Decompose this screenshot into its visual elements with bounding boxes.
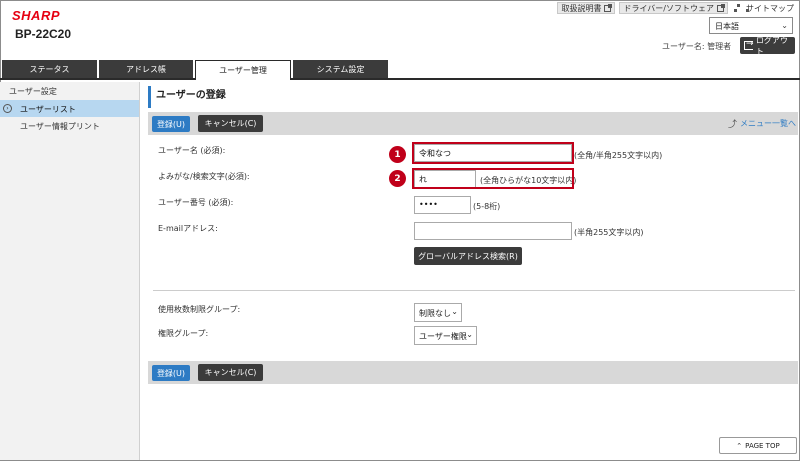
top-links: 取扱説明書 ドライバー/ソフトウェア サイトマップ (557, 2, 794, 14)
top-action-bar: 登録(U) キャンセル(C) ⤴ メニュー一覧へ (148, 112, 798, 135)
tab-address-book-label: アドレス帳 (126, 64, 166, 74)
tab-system-settings[interactable]: システム設定 (293, 60, 388, 78)
logout-label: ログアウト (755, 35, 788, 56)
username-note: (全角/半角255文字以内) (574, 151, 663, 160)
logout-button[interactable]: ログアウト (740, 35, 795, 56)
chevron-right-icon: › (3, 104, 12, 113)
auth-group-label: 権限グループ: (158, 329, 209, 338)
user-number-label: ユーザー番号 (必須): (158, 198, 234, 207)
language-value: 日本語 (715, 22, 739, 31)
tab-user-management[interactable]: ユーザー管理 (195, 60, 291, 80)
yomigana-label: よみがな/検索文字(必須): (158, 172, 250, 181)
chevron-up-icon: ⌃ (736, 441, 743, 450)
cancel-button[interactable]: キャンセル(C) (198, 115, 263, 132)
username-label: ユーザー名 (必須): (158, 146, 226, 155)
tab-bar: ステータス アドレス帳 ユーザー管理 システム設定 (0, 60, 800, 80)
quota-group-value: 制限なし (419, 309, 451, 318)
email-note: (半角255文字以内) (574, 228, 644, 237)
highlight-box-2 (412, 168, 574, 189)
register-button-label: 登録(U) (156, 119, 186, 129)
sidebar-item-label: ユーザー情報プリント (20, 122, 100, 131)
register-button[interactable]: 登録(U) (152, 116, 190, 132)
global-address-search-button[interactable]: グローバルアドレス検索(R) (414, 247, 522, 265)
bottom-action-bar: 登録(U) キャンセル(C) (148, 361, 798, 384)
cancel-button-bottom[interactable]: キャンセル(C) (198, 364, 263, 381)
tab-status-label: ステータス (29, 64, 70, 74)
user-name-label: ユーザー名: 管理者 (662, 42, 732, 51)
sidebar-heading: ユーザー設定 (9, 87, 57, 96)
quota-group-select[interactable]: 制限なし ⌄ (414, 303, 462, 322)
chevron-down-icon: ⌄ (466, 330, 473, 339)
sitemap-label: サイトマップ (746, 3, 794, 13)
register-button-bottom[interactable]: 登録(U) (152, 365, 190, 381)
driver-link-label: ドライバー/ソフトウェア (623, 3, 714, 13)
sitemap-icon (734, 4, 749, 12)
highlight-box-1 (412, 142, 574, 164)
user-number-field[interactable]: •••• (414, 196, 471, 214)
language-select[interactable]: 日本語 ⌄ (709, 17, 793, 34)
page-title: ユーザーの登録 (156, 90, 226, 101)
global-address-search-label: グローバルアドレス検索(R) (418, 251, 518, 261)
return-arrow-icon: ⤴ (727, 120, 737, 130)
menu-list-label: メニュー一覧へ (740, 119, 796, 128)
email-label: E-mailアドレス: (158, 224, 218, 233)
menu-list-link[interactable]: ⤴ メニュー一覧へ (728, 117, 796, 130)
page-top-label: PAGE TOP (745, 441, 780, 450)
driver-link[interactable]: ドライバー/ソフトウェア (619, 2, 728, 14)
external-icon (717, 3, 725, 12)
cancel-button-label: キャンセル(C) (204, 368, 257, 377)
tab-status[interactable]: ステータス (2, 60, 97, 78)
sharp-logo: SHARP (12, 8, 61, 23)
quota-group-label: 使用枚数制限グループ: (158, 305, 241, 314)
page-title-block: ユーザーの登録 (148, 86, 798, 108)
cancel-button-label: キャンセル(C) (204, 119, 257, 128)
page-top-button[interactable]: ⌃ PAGE TOP (719, 437, 797, 454)
sidebar: ユーザー設定 › ユーザーリスト ユーザー情報プリント (0, 82, 140, 460)
chevron-down-icon: ⌄ (781, 21, 788, 30)
sidebar-item-user-info-print[interactable]: ユーザー情報プリント (0, 117, 139, 134)
sidebar-item-label: ユーザーリスト (20, 105, 76, 114)
callout-badge-2: 2 (389, 170, 406, 187)
auth-group-select[interactable]: ユーザー権限 ⌄ (414, 326, 477, 345)
sitemap-link[interactable]: サイトマップ (732, 3, 794, 14)
tab-address-book[interactable]: アドレス帳 (99, 60, 193, 78)
external-icon (604, 3, 613, 12)
sidebar-item-user-list[interactable]: › ユーザーリスト (0, 100, 139, 117)
section-divider (153, 290, 795, 291)
chevron-down-icon: ⌄ (451, 307, 458, 316)
tab-system-settings-label: システム設定 (316, 64, 365, 74)
manual-link-label: 取扱説明書 (561, 3, 602, 13)
manual-link[interactable]: 取扱説明書 (557, 2, 616, 14)
tab-user-management-label: ユーザー管理 (219, 66, 267, 75)
email-field[interactable] (414, 222, 572, 240)
logout-icon (744, 39, 753, 50)
model-name: BP-22C20 (15, 27, 72, 41)
user-number-note: (5-8桁) (473, 202, 501, 211)
auth-group-value: ユーザー権限 (419, 332, 467, 341)
register-button-label: 登録(U) (156, 368, 186, 378)
callout-badge-1: 1 (389, 146, 406, 163)
